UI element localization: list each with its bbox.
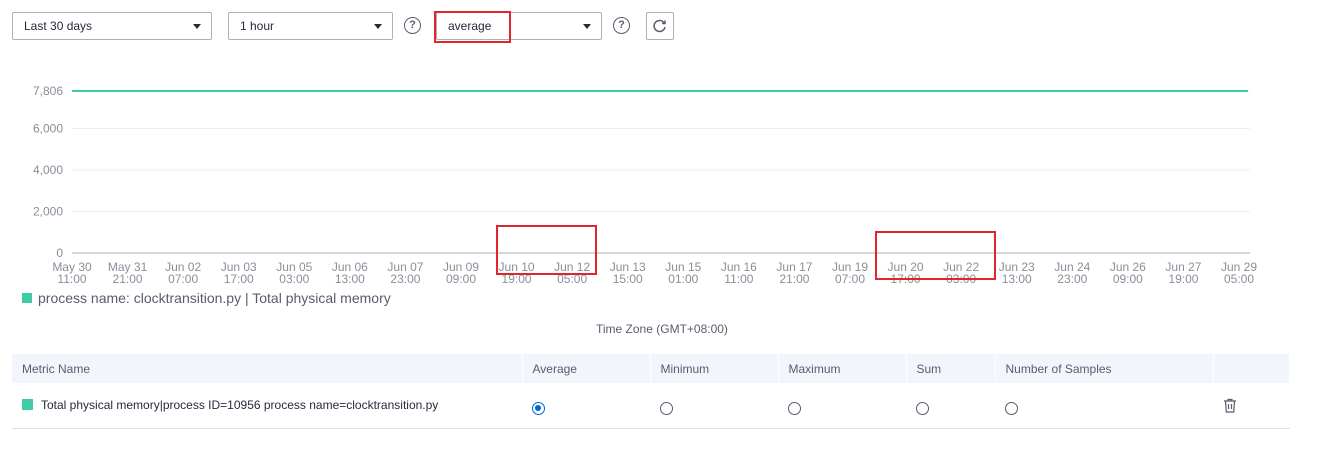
col-maximum: Maximum [778,354,907,383]
x-tick-label: 13:00 [1002,272,1032,286]
series-swatch [22,399,33,411]
table-header-row: Metric Name Average Minimum Maximum Sum … [12,354,1290,383]
col-samples: Number of Samples [995,354,1214,383]
x-tick-label: 07:00 [168,272,198,286]
chart-legend[interactable]: process name: clocktransition.py | Total… [22,290,391,306]
sum-radio[interactable] [916,402,929,416]
samples-cell [995,383,1213,429]
actions-cell [1213,383,1290,429]
x-tick-label: 23:00 [390,272,420,286]
col-actions [1213,354,1290,383]
x-tick-label: 07:00 [835,272,865,286]
col-average: Average [522,354,651,383]
y-tick-label: 6,000 [33,121,63,135]
y-tick-label: 0 [56,246,63,260]
refresh-icon [653,19,666,33]
y-tick-label: 4,000 [33,163,63,177]
sum-cell [906,383,995,429]
interval-value: 1 hour [240,19,275,33]
legend-swatch [22,293,32,303]
x-tick-label: 05:00 [1224,272,1254,286]
delete-icon[interactable] [1223,398,1237,416]
x-tick-label: 15:00 [613,272,643,286]
metric-name: Total physical memory|process ID=10956 p… [41,398,439,413]
x-tick-label: 11:00 [724,272,753,286]
aggregation-value: average [448,19,492,33]
period-select[interactable]: Last 30 days [12,12,212,40]
maximum-cell [778,383,906,429]
col-sum: Sum [906,354,996,383]
aggregation-select[interactable]: average [436,12,602,40]
average-radio[interactable] [532,402,545,416]
x-tick-label: 17:00 [224,272,254,286]
chevron-down-icon [583,24,591,29]
help-icon[interactable]: ? [613,17,630,34]
col-minimum: Minimum [650,354,779,383]
line-chart: 7,8066,0004,0002,0000May 3011:00May 3121… [33,84,1257,286]
maximum-radio[interactable] [788,402,801,416]
metric-table: Metric Name Average Minimum Maximum Sum … [12,354,1290,429]
minimum-cell [650,383,778,429]
x-tick-label: 03:00 [946,272,976,286]
x-tick-label: 09:00 [446,272,476,286]
x-tick-label: 09:00 [1113,272,1143,286]
period-value: Last 30 days [24,19,93,33]
col-metric-name: Metric Name [12,354,523,383]
x-tick-label: 11:00 [57,272,86,286]
minimum-radio[interactable] [660,402,673,416]
x-tick-label: 17:00 [891,272,921,286]
x-tick-label: 19:00 [1168,272,1198,286]
chevron-down-icon [193,24,201,29]
metric-name-cell: Total physical memory|process ID=10956 p… [12,383,522,429]
x-tick-label: 01:00 [668,272,698,286]
help-icon[interactable]: ? [404,17,421,34]
refresh-button[interactable] [646,12,674,40]
x-tick-label: 23:00 [1057,272,1087,286]
interval-select[interactable]: 1 hour [228,12,393,40]
chevron-down-icon [374,24,382,29]
x-tick-label: 21:00 [113,272,143,286]
legend-label: process name: clocktransition.py | Total… [38,290,391,306]
y-tick-label: 2,000 [33,204,63,218]
x-tick-label: 05:00 [557,272,587,286]
average-cell [522,383,650,429]
samples-radio[interactable] [1005,402,1018,416]
x-tick-label: 13:00 [335,272,365,286]
x-tick-label: 21:00 [779,272,809,286]
table-row: Total physical memory|process ID=10956 p… [12,383,1290,429]
timezone-label: Time Zone (GMT+08:00) [596,322,728,336]
x-tick-label: 03:00 [279,272,309,286]
y-tick-label: 7,806 [33,84,63,98]
x-tick-label: 19:00 [502,272,532,286]
